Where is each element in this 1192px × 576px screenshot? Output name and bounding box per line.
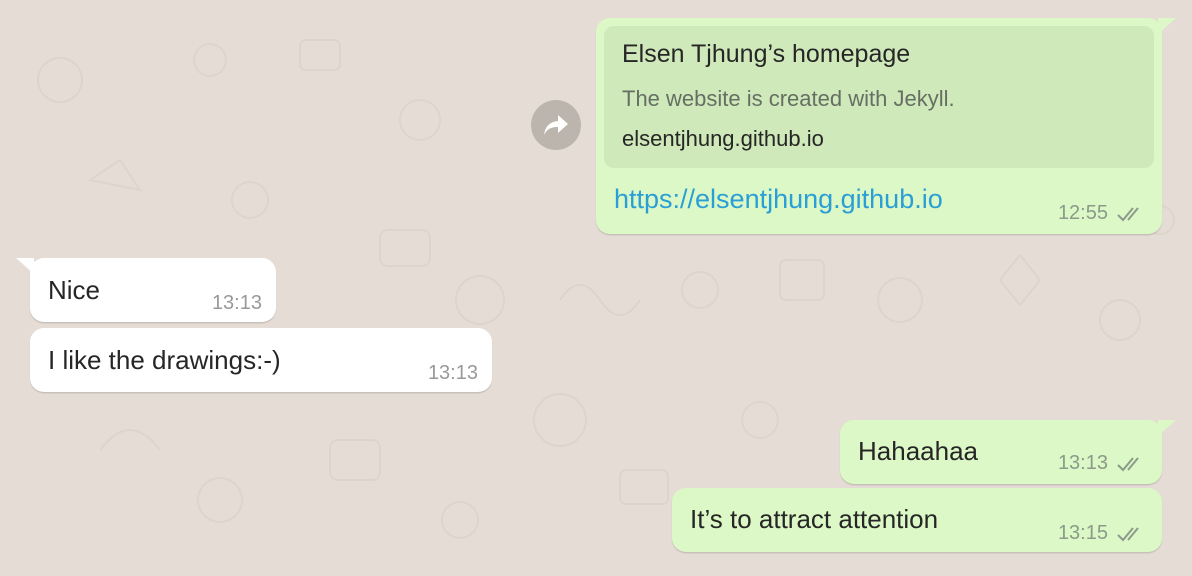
forward-arrow-icon — [544, 115, 568, 135]
message-link[interactable]: https://elsentjhung.github.io — [614, 184, 943, 215]
message-bubble-link[interactable]: Elsen Tjhung’s homepage The website is c… — [596, 18, 1176, 234]
message-meta: 13:13 — [1058, 452, 1146, 475]
bubble-tail — [16, 258, 34, 274]
message-bubble-incoming[interactable]: I like the drawings:-) 13:13 — [30, 328, 492, 392]
link-preview-title: Elsen Tjhung’s homepage — [622, 40, 911, 68]
double-check-icon — [1117, 456, 1139, 471]
message-time: 13:13 — [427, 362, 478, 384]
message-time: 12:55 — [1057, 202, 1108, 224]
message-bubble-outgoing[interactable]: Hahaahaa 13:13 — [840, 420, 1176, 484]
link-preview-description: The website is created with Jekyll. — [622, 86, 955, 111]
message-text: Hahaahaa — [858, 436, 978, 466]
message-meta: 13:13 — [428, 362, 478, 385]
link-preview-card[interactable]: Elsen Tjhung’s homepage The website is c… — [604, 26, 1154, 168]
message-bubble-incoming[interactable]: Nice 13:13 — [16, 258, 276, 322]
message-meta: 13:13 — [212, 292, 262, 315]
forward-button[interactable] — [531, 100, 581, 150]
message-meta: 12:55 — [1058, 202, 1146, 225]
message-meta: 13:15 — [1058, 522, 1146, 545]
message-time: 13:13 — [1057, 452, 1108, 474]
link-preview-domain: elsentjhung.github.io — [622, 126, 824, 151]
bubble-tail — [1158, 18, 1176, 34]
message-bubble-outgoing[interactable]: It’s to attract attention 13:15 — [672, 488, 1162, 552]
bubble-tail — [1158, 420, 1176, 436]
message-text: I like the drawings:-) — [48, 345, 281, 375]
message-time: 13:13 — [211, 292, 262, 314]
message-time: 13:15 — [1057, 522, 1108, 544]
double-check-icon — [1117, 526, 1139, 541]
double-check-icon — [1117, 206, 1139, 221]
message-text: It’s to attract attention — [690, 504, 939, 534]
message-text: Nice — [48, 275, 101, 305]
